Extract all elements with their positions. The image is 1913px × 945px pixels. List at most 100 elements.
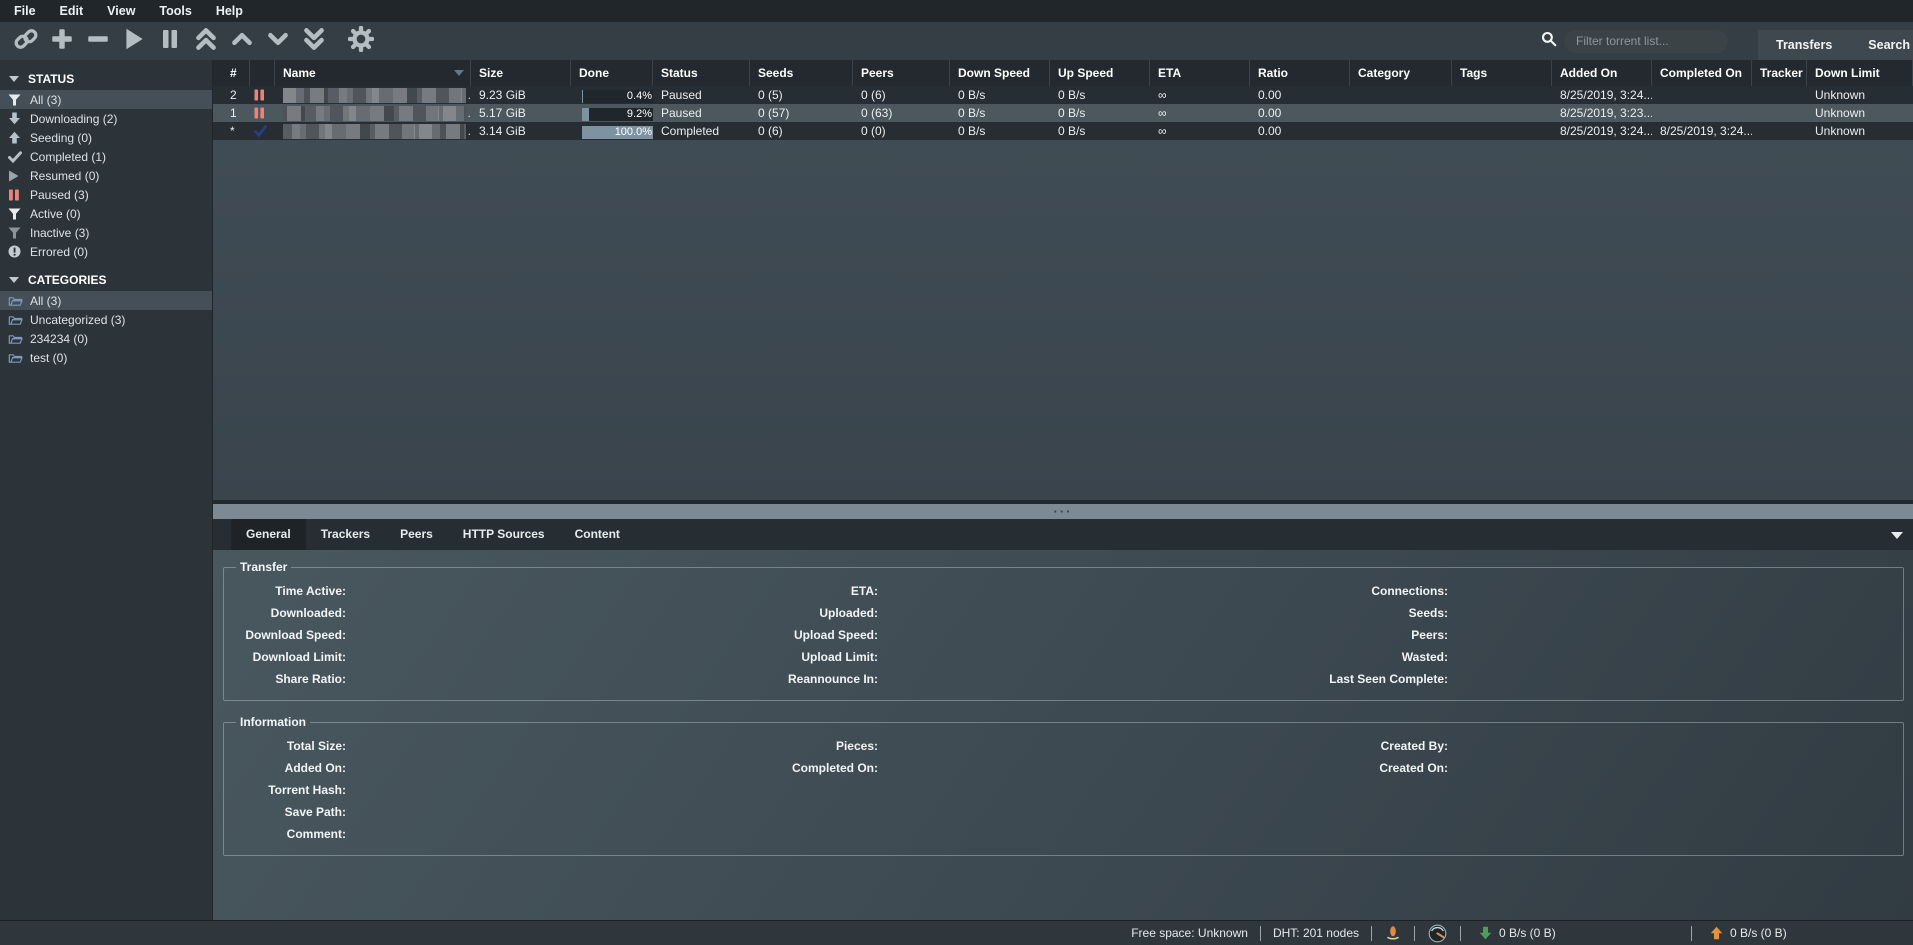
collapse-caret-icon [9,277,19,283]
sidebar-item-label: All (3) [30,93,61,107]
sidebar-item-paused[interactable]: Paused (3) [0,185,212,204]
field-label: Uploaded: [761,606,878,620]
sidebar-item-inactive[interactable]: Inactive (3) [0,223,212,242]
field-label: Save Path: [232,805,346,819]
col-peers[interactable]: Peers [853,60,950,86]
cell-status: Completed [653,122,750,140]
sidebar-item-all[interactable]: All (3) [0,90,212,109]
col-added-on[interactable]: Added On [1552,60,1652,86]
col-down-limit[interactable]: Down Limit [1807,60,1913,86]
transfer-legend: Transfer [236,560,291,574]
menu-tools[interactable]: Tools [147,0,203,22]
cell-completed-on: 8/25/2019, 3:24... [1652,122,1752,140]
folder-icon [8,333,30,345]
search-icon [1541,31,1564,52]
cell-added-on: 8/25/2019, 3:24... [1552,122,1652,140]
col-ratio[interactable]: Ratio [1250,60,1350,86]
table-row[interactable]: * . 3.14 GiB 100.0% Completed 0 (6) 0 (0… [213,122,1913,140]
alt-speed-limits-toggle[interactable] [1415,924,1460,943]
cell-size: 5.17 GiB [471,104,571,122]
col-size[interactable]: Size [471,60,571,86]
tab-transfers[interactable]: Transfers [1776,38,1832,52]
cell-ratio: 0.00 [1250,122,1350,140]
properties-tab-bar: General Trackers Peers HTTP Sources Cont… [213,519,1913,550]
table-row[interactable]: 2 . 9.23 GiB 0.4% Paused 0 (5) 0 (6) 0 B… [213,86,1913,104]
tab-peers[interactable]: Peers [385,519,448,550]
transfer-fieldset: Transfer Time Active: ETA: Connections: … [223,560,1904,701]
col-priority[interactable]: # [213,60,250,86]
main-tab-bar: Transfers Search [1758,30,1913,60]
cell-down-speed: 0 B/s [950,104,1050,122]
cell-seeds: 0 (57) [750,104,853,122]
menu-view[interactable]: View [95,0,147,22]
col-name[interactable]: Name [275,60,471,86]
sidebar-category-all[interactable]: All (3) [0,291,212,310]
col-up-speed[interactable]: Up Speed [1050,60,1150,86]
field-label: Share Ratio: [232,672,346,686]
table-header: # Name Size Done Status Seeds Peers Down… [213,60,1913,86]
col-tags[interactable]: Tags [1452,60,1552,86]
col-down-speed[interactable]: Down Speed [950,60,1050,86]
move-down-button[interactable] [265,28,291,54]
resume-button[interactable] [121,28,147,54]
torrent-list-empty-area [213,140,1913,500]
cell-state [250,107,275,119]
tab-trackers[interactable]: Trackers [306,519,385,550]
pause-button[interactable] [157,28,183,54]
sidebar-categories-header[interactable]: CATEGORIES [0,269,212,291]
collapse-caret-icon [9,76,19,82]
move-up-button[interactable] [229,28,255,54]
sidebar-category-test[interactable]: test (0) [0,348,212,367]
download-speed-label: 0 B/s (0 B) [1499,926,1556,940]
delete-torrent-button[interactable] [85,28,111,54]
col-completed-on[interactable]: Completed On [1652,60,1752,86]
sidebar-item-seeding[interactable]: Seeding (0) [0,128,212,147]
sidebar-item-label: All (3) [30,294,61,308]
panel-splitter[interactable]: ··· [213,504,1913,519]
filter-torrent-input[interactable] [1564,30,1728,53]
add-torrent-file-button[interactable] [49,28,75,54]
menu-help[interactable]: Help [204,0,255,22]
menu-file[interactable]: File [2,0,48,22]
global-download-speed: 0 B/s (0 B) [1461,926,1691,940]
sidebar-category-uncategorized[interactable]: Uncategorized (3) [0,310,212,329]
sort-desc-icon [454,70,464,76]
folder-icon [8,314,30,326]
sidebar-item-label: Active (0) [30,207,81,221]
paused-icon [254,89,265,101]
link-icon [13,26,39,57]
cell-up-speed: 0 B/s [1050,104,1150,122]
col-eta[interactable]: ETA [1150,60,1250,86]
col-tracker[interactable]: Tracker [1752,60,1807,86]
field-label: Reannounce In: [761,672,878,686]
tab-content[interactable]: Content [560,519,635,550]
sidebar-item-errored[interactable]: Errored (0) [0,242,212,261]
sidebar-item-completed[interactable]: Completed (1) [0,147,212,166]
sidebar-item-resumed[interactable]: Resumed (0) [0,166,212,185]
sidebar-item-active[interactable]: Active (0) [0,204,212,223]
menu-edit[interactable]: Edit [48,0,96,22]
play-icon [121,26,147,57]
field-label: Upload Limit: [761,650,878,664]
col-category[interactable]: Category [1350,60,1452,86]
cell-priority: 2 [213,86,250,104]
options-button[interactable] [348,28,374,54]
col-state-icon[interactable] [250,60,275,86]
move-top-button[interactable] [193,28,219,54]
tab-general[interactable]: General [231,519,306,550]
error-icon [8,245,30,258]
cell-status: Paused [653,86,750,104]
table-row[interactable]: 1 . 5.17 GiB 9.2% Paused 0 (57) 0 (63) 0… [213,104,1913,122]
panel-collapse-chevron-icon[interactable] [1891,532,1903,539]
col-seeds[interactable]: Seeds [750,60,853,86]
add-torrent-link-button[interactable] [13,28,39,54]
sidebar-item-downloading[interactable]: Downloading (2) [0,109,212,128]
tab-http-sources[interactable]: HTTP Sources [448,519,560,550]
col-status[interactable]: Status [653,60,750,86]
move-bottom-button[interactable] [301,28,327,54]
cell-state [250,125,275,137]
tab-search[interactable]: Search [1868,38,1910,52]
col-done[interactable]: Done [571,60,653,86]
sidebar-category-234234[interactable]: 234234 (0) [0,329,212,348]
sidebar-status-header[interactable]: STATUS [0,68,212,90]
